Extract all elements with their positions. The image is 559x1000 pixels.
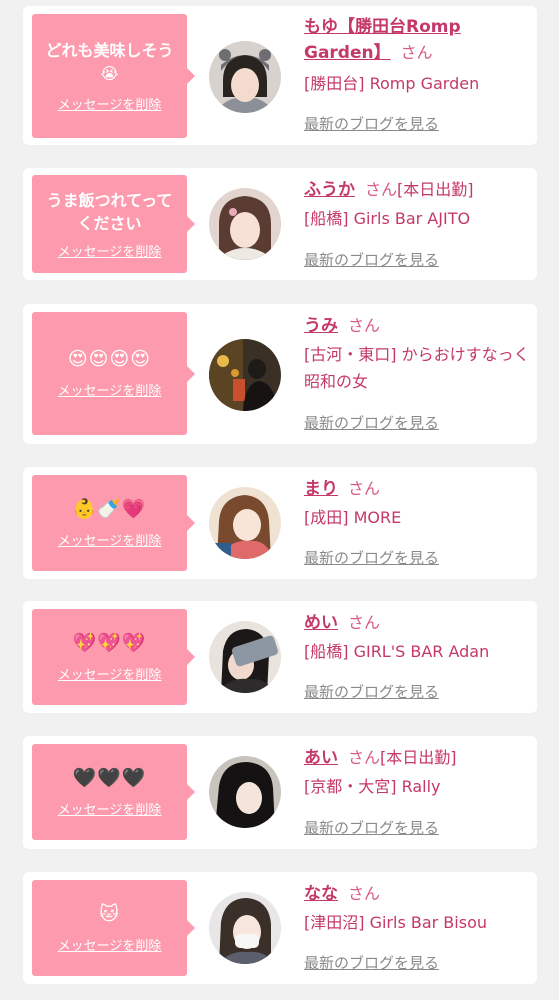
latest-blog-link[interactable]: 最新のブログを見る [304, 113, 439, 134]
sender-name-link[interactable]: まり [304, 479, 338, 499]
latest-blog-link[interactable]: 最新のブログを見る [304, 249, 439, 270]
message-text: 👶🍼💗 [72, 497, 147, 520]
avatar[interactable] [209, 339, 281, 411]
message-text: 🖤🖤🖤 [72, 766, 147, 789]
shop-label: [津田沼] Girls Bar Bisou [304, 913, 487, 932]
delete-message-link[interactable]: メッセージを削除 [58, 799, 162, 818]
sender-info: まり さん [成田] MORE [304, 476, 534, 531]
message-bubble: どれも美味しそう😭 メッセージを削除 [32, 14, 195, 138]
avatar[interactable] [209, 41, 281, 113]
message-bubble: 💖💖💖 メッセージを削除 [32, 609, 195, 705]
shop-label: [勝田台] Romp Garden [304, 74, 480, 93]
delete-message-link[interactable]: メッセージを削除 [58, 94, 162, 113]
message-bubble: 😍😍😍😍 メッセージを削除 [32, 312, 195, 435]
message-bubble: 👶🍼💗 メッセージを削除 [32, 475, 195, 571]
sender-info: もゆ【勝田台Romp Garden】 さん [勝田台] Romp Garden [304, 14, 534, 97]
sender-info: あい さん[本日出勤] [京都・大宮] Rally [304, 745, 534, 800]
message-text: うま飯つれてってください [46, 190, 173, 233]
sender-info: なな さん [津田沼] Girls Bar Bisou [304, 881, 534, 936]
shop-label: [京都・大宮] Rally [304, 777, 441, 796]
delete-message-link[interactable]: メッセージを削除 [58, 935, 162, 954]
message-card: 🐱 メッセージを削除 なな さん [津田沼] Girls Bar Bisou 最新… [23, 872, 537, 984]
message-card: うま飯つれてってください メッセージを削除 ふうか さん[本日出勤] [船橋] G… [23, 168, 537, 280]
message-bubble: うま飯つれてってください メッセージを削除 [32, 175, 195, 273]
status-badge: [本日出勤] [380, 748, 457, 767]
message-bubble: 🖤🖤🖤 メッセージを削除 [32, 744, 195, 840]
status-badge: [本日出勤] [397, 180, 474, 199]
message-list: どれも美味しそう😭 メッセージを削除 もゆ【勝田台Romp Garden】 さん … [0, 0, 559, 1000]
avatar[interactable] [209, 487, 281, 559]
message-card: どれも美味しそう😭 メッセージを削除 もゆ【勝田台Romp Garden】 さん … [23, 6, 537, 145]
avatar[interactable] [209, 892, 281, 964]
message-text: 💖💖💖 [72, 631, 147, 654]
sender-name-link[interactable]: うみ [304, 316, 338, 336]
honorific: さん [348, 479, 381, 498]
message-text: 😍😍😍😍 [67, 348, 152, 370]
latest-blog-link[interactable]: 最新のブログを見る [304, 817, 439, 838]
message-bubble: 🐱 メッセージを削除 [32, 880, 195, 976]
shop-label: [古河・東口] からおけすなっく 昭和の女 [304, 345, 530, 391]
latest-blog-link[interactable]: 最新のブログを見る [304, 547, 439, 568]
sender-name-link[interactable]: あい [304, 748, 338, 768]
delete-message-link[interactable]: メッセージを削除 [58, 380, 162, 399]
message-text: 🐱 [99, 902, 120, 925]
latest-blog-link[interactable]: 最新のブログを見る [304, 412, 439, 433]
sender-name-link[interactable]: ふうか [304, 180, 355, 200]
message-card: 🖤🖤🖤 メッセージを削除 あい さん[本日出勤] [京都・大宮] Rally 最新… [23, 736, 537, 849]
honorific: さん [348, 884, 381, 903]
avatar[interactable] [209, 188, 281, 260]
shop-label: [成田] MORE [304, 508, 402, 527]
latest-blog-link[interactable]: 最新のブログを見る [304, 681, 439, 702]
sender-info: ふうか さん[本日出勤] [船橋] Girls Bar AJITO [304, 177, 534, 232]
sender-name-link[interactable]: もゆ【勝田台Romp Garden】 [304, 17, 461, 63]
honorific: さん [348, 316, 381, 335]
honorific: さん [365, 180, 398, 199]
shop-label: [船橋] Girls Bar AJITO [304, 209, 471, 228]
honorific: さん [400, 43, 433, 62]
avatar[interactable] [209, 621, 281, 693]
sender-name-link[interactable]: なな [304, 884, 338, 904]
sender-info: うみ さん [古河・東口] からおけすなっく 昭和の女 [304, 313, 534, 395]
shop-label: [船橋] GIRL'S BAR Adan [304, 642, 490, 661]
avatar[interactable] [209, 756, 281, 828]
delete-message-link[interactable]: メッセージを削除 [58, 241, 162, 260]
latest-blog-link[interactable]: 最新のブログを見る [304, 952, 439, 973]
delete-message-link[interactable]: メッセージを削除 [58, 664, 162, 683]
message-card: 💖💖💖 メッセージを削除 めい さん [船橋] GIRL'S BAR Adan 最… [23, 601, 537, 713]
sender-info: めい さん [船橋] GIRL'S BAR Adan [304, 610, 534, 665]
sender-name-link[interactable]: めい [304, 613, 338, 633]
delete-message-link[interactable]: メッセージを削除 [58, 530, 162, 549]
honorific: さん [348, 748, 381, 767]
message-card: 😍😍😍😍 メッセージを削除 うみ さん [古河・東口] からおけすなっく 昭和の女… [23, 304, 537, 444]
honorific: さん [348, 613, 381, 632]
message-text: どれも美味しそう😭 [45, 41, 174, 83]
message-card: 👶🍼💗 メッセージを削除 まり さん [成田] MORE 最新のブログを見る [23, 467, 537, 579]
